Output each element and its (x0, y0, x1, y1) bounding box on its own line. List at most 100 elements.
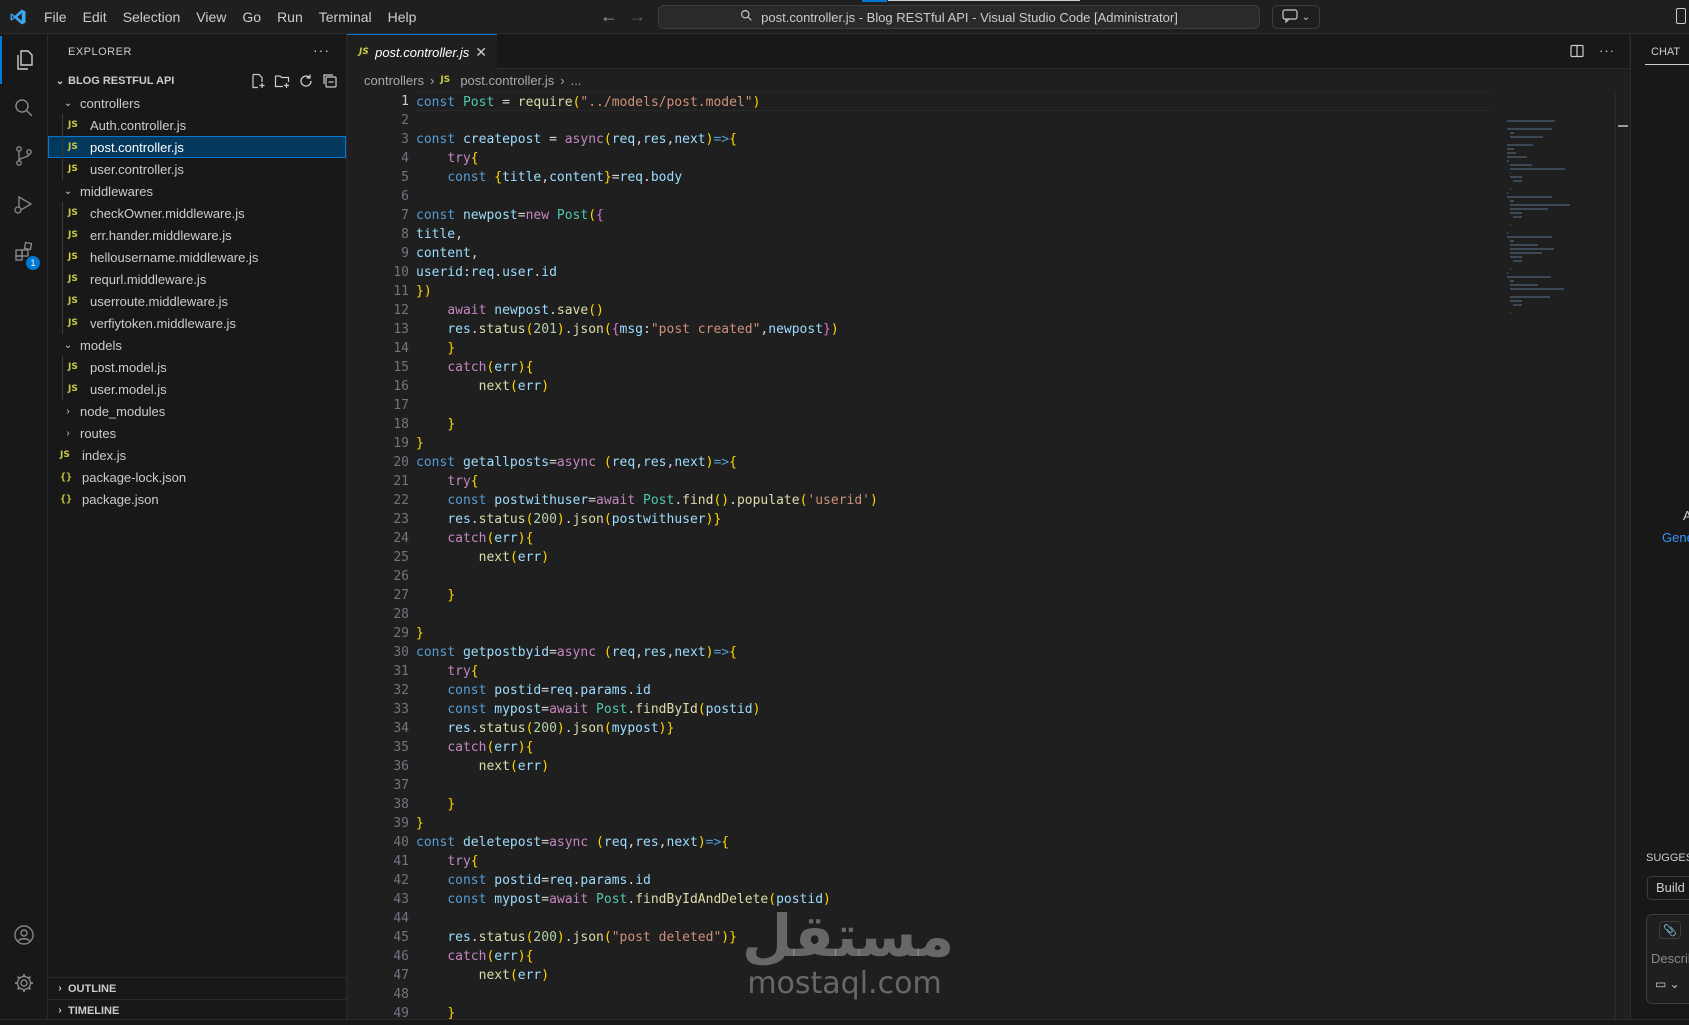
tree-folder[interactable]: ⌄ controllers (48, 92, 346, 114)
code-line[interactable]: const postid=req.params.id (416, 871, 1492, 890)
code-line[interactable] (416, 605, 1492, 624)
code-line[interactable]: } (416, 586, 1492, 605)
code-line[interactable]: try{ (416, 662, 1492, 681)
menu-item-view[interactable]: View (188, 0, 234, 34)
menu-item-run[interactable]: Run (269, 0, 311, 34)
code-line[interactable]: res.status(201).json({msg:"post created"… (416, 320, 1492, 339)
tree-file[interactable]: JS userroute.middleware.js (48, 290, 346, 312)
code-line[interactable]: const postwithuser=await Post.find().pop… (416, 491, 1492, 510)
code-line[interactable]: catch(err){ (416, 358, 1492, 377)
tree-file[interactable]: JS user.controller.js (48, 158, 346, 180)
menu-item-selection[interactable]: Selection (115, 0, 189, 34)
code-line[interactable]: catch(err){ (416, 738, 1492, 757)
code-editor[interactable]: 1 2 3 4 5 6 7 8 9 10 11 12 13 14 15 16 17 18 19 20 21 22 23 24 2… (347, 92, 1492, 1019)
chat-input[interactable]: 📎 Describ ▭ ⌄ (1646, 914, 1689, 1004)
code-line[interactable] (416, 909, 1492, 928)
tree-file[interactable]: JS user.model.js (48, 378, 346, 400)
code-line[interactable]: res.status(200).json(postwithuser)} (416, 510, 1492, 529)
source-control-icon[interactable] (0, 132, 48, 180)
code-line[interactable]: const deletepost=async (req,res,next)=>{ (416, 833, 1492, 852)
forward-arrow-icon[interactable]: → (628, 6, 646, 27)
explorer-icon[interactable] (0, 36, 48, 84)
menu-item-file[interactable]: File (36, 0, 75, 34)
menu-item-help[interactable]: Help (380, 0, 425, 34)
command-center-search[interactable]: post.controller.js - Blog RESTful API - … (658, 5, 1260, 29)
code-line[interactable]: res.status(200).json("post deleted")} (416, 928, 1492, 947)
code-line[interactable]: } (416, 1004, 1492, 1019)
code-line[interactable] (416, 985, 1492, 1004)
code-line[interactable]: const getallposts=async (req,res,next)=>… (416, 453, 1492, 472)
code-lines[interactable]: const Post = require("../models/post.mod… (416, 92, 1492, 1019)
tree-file[interactable]: JS err.hander.middleware.js (48, 224, 346, 246)
tree-file[interactable]: JS checkOwner.middleware.js (48, 202, 346, 224)
code-line[interactable]: next(err) (416, 966, 1492, 985)
menu-item-terminal[interactable]: Terminal (311, 0, 380, 34)
tree-file[interactable]: {} package.json (48, 488, 346, 510)
code-line[interactable]: const Post = require("../models/post.mod… (416, 92, 1492, 111)
code-line[interactable]: } (416, 624, 1492, 643)
code-line[interactable]: }) (416, 282, 1492, 301)
copilot-button[interactable]: ⌄ (1272, 5, 1320, 29)
minimap[interactable] (1499, 92, 1629, 1019)
tree-folder[interactable]: › routes (48, 422, 346, 444)
run-debug-icon[interactable] (0, 180, 48, 228)
code-line[interactable] (416, 776, 1492, 795)
breadcrumb-symbol[interactable]: ... (571, 73, 582, 88)
code-line[interactable]: catch(err){ (416, 947, 1492, 966)
split-editor-icon[interactable] (1569, 43, 1585, 62)
close-icon[interactable]: ✕ (475, 44, 487, 61)
code-line[interactable]: } (416, 795, 1492, 814)
code-line[interactable]: const newpost=new Post({ (416, 206, 1492, 225)
code-line[interactable]: userid:req.user.id (416, 263, 1492, 282)
code-line[interactable]: next(err) (416, 377, 1492, 396)
account-icon[interactable] (0, 911, 48, 959)
code-line[interactable]: try{ (416, 472, 1492, 491)
chat-suggestion-build[interactable]: Build (1647, 876, 1689, 900)
monitor-icon[interactable]: ▭ ⌄ (1655, 977, 1680, 991)
outline-section[interactable]: › OUTLINE (48, 977, 347, 999)
settings-gear-icon[interactable] (0, 959, 48, 1007)
code-line[interactable]: const mypost=await Post.findById(postid) (416, 700, 1492, 719)
back-arrow-icon[interactable]: ← (600, 6, 618, 27)
toggle-panel-icon[interactable] (1676, 8, 1686, 24)
search-icon[interactable] (0, 84, 48, 132)
tab-post-controller[interactable]: JS post.controller.js ✕ (347, 34, 497, 69)
code-line[interactable]: const createpost = async(req,res,next)=>… (416, 130, 1492, 149)
code-line[interactable] (416, 187, 1492, 206)
tree-folder[interactable]: ⌄ models (48, 334, 346, 356)
vertical-scrollbar[interactable] (1615, 92, 1629, 1019)
more-actions-icon[interactable]: ··· (1599, 43, 1615, 62)
menu-item-go[interactable]: Go (234, 0, 269, 34)
tree-file[interactable]: JS hellousername.middleware.js (48, 246, 346, 268)
extensions-icon[interactable]: 1 (0, 228, 48, 276)
code-line[interactable]: try{ (416, 852, 1492, 871)
tree-file[interactable]: JS post.model.js (48, 356, 346, 378)
code-line[interactable]: const postid=req.params.id (416, 681, 1492, 700)
code-line[interactable] (416, 111, 1492, 130)
code-line[interactable]: catch(err){ (416, 529, 1492, 548)
chat-title[interactable]: CHAT (1651, 46, 1680, 58)
tree-file[interactable]: JS requrl.middleware.js (48, 268, 346, 290)
attach-icon[interactable]: 📎 (1659, 921, 1681, 939)
tree-file[interactable]: JS Auth.controller.js (48, 114, 346, 136)
code-line[interactable]: title, (416, 225, 1492, 244)
timeline-section[interactable]: › TIMELINE (48, 999, 347, 1021)
code-line[interactable]: next(err) (416, 548, 1492, 567)
code-line[interactable]: next(err) (416, 757, 1492, 776)
new-folder-icon[interactable] (274, 73, 290, 92)
code-line[interactable]: content, (416, 244, 1492, 263)
code-line[interactable]: const getpostbyid=async (req,res,next)=>… (416, 643, 1492, 662)
project-header[interactable]: ⌄ BLOG RESTFUL API (48, 70, 346, 92)
code-line[interactable]: await newpost.save() (416, 301, 1492, 320)
code-line[interactable]: res.status(200).json(mypost)} (416, 719, 1492, 738)
code-line[interactable]: } (416, 814, 1492, 833)
tree-file[interactable]: JS post.controller.js (48, 136, 346, 158)
more-actions-icon[interactable]: ··· (313, 42, 330, 58)
breadcrumb-folder[interactable]: controllers (364, 73, 424, 88)
code-line[interactable]: } (416, 415, 1492, 434)
code-line[interactable] (416, 567, 1492, 586)
code-line[interactable] (416, 396, 1492, 415)
collapse-all-icon[interactable] (322, 73, 338, 92)
tree-file[interactable]: {} package-lock.json (48, 466, 346, 488)
code-line[interactable]: try{ (416, 149, 1492, 168)
